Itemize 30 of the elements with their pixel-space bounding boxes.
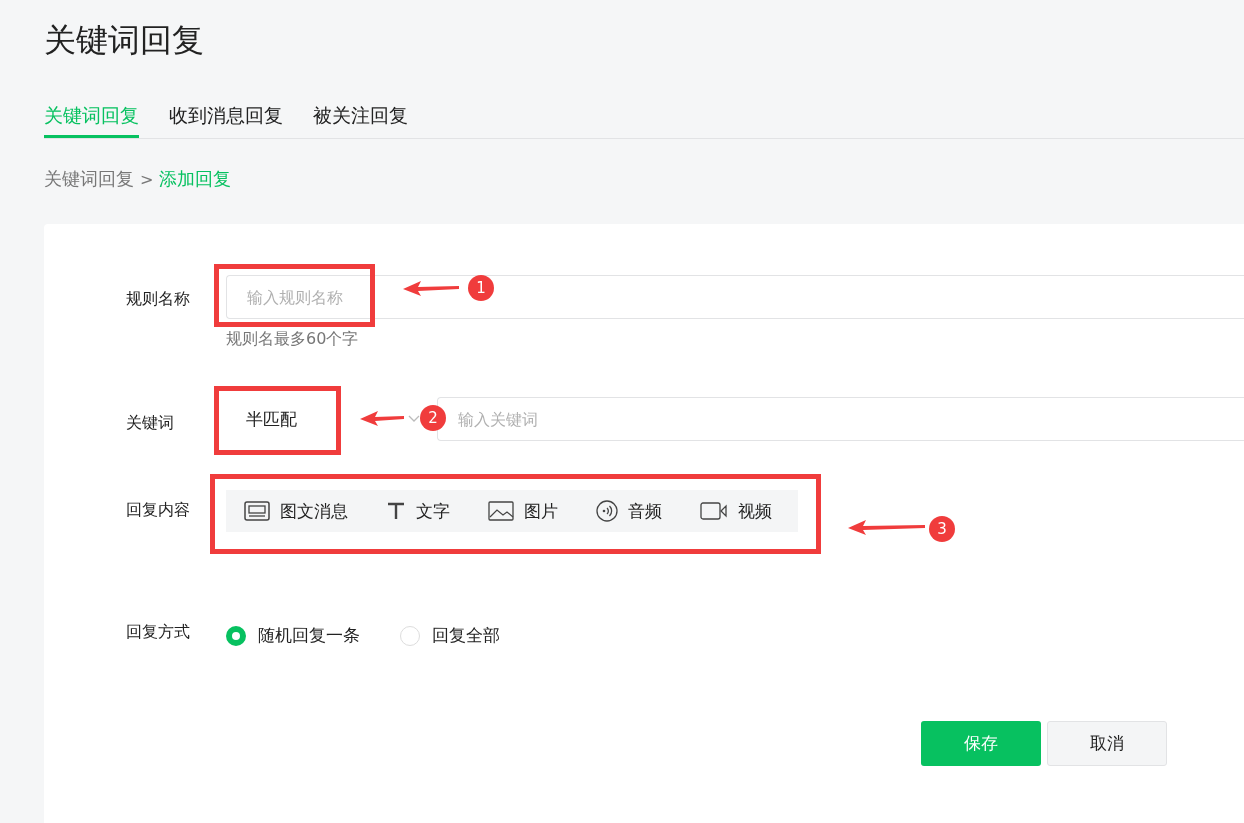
match-mode-dropdown[interactable]: 半匹配: [226, 397, 336, 441]
field-label: 规则名称: [126, 289, 191, 310]
content-type-button[interactable]: 图文消息: [244, 490, 348, 532]
monitor-icon: [244, 501, 270, 521]
tab[interactable]: 收到消息回复: [169, 96, 283, 138]
field-label: 回复内容: [126, 500, 191, 521]
page-title: 关键词回复: [44, 20, 204, 61]
breadcrumb-separator: >: [140, 169, 154, 189]
keyword-field[interactable]: 输入关键词: [437, 397, 1244, 441]
tab[interactable]: 被关注回复: [313, 96, 408, 138]
arrow: [403, 280, 459, 296]
breadcrumb-link[interactable]: 关键词回复: [44, 167, 134, 191]
radio-button[interactable]: [226, 625, 246, 646]
arrow: [360, 410, 404, 426]
cancel-button[interactable]: 取消: [1047, 721, 1167, 766]
field-label: 回复方式: [126, 622, 191, 643]
content-type-button[interactable]: 音频: [596, 490, 662, 532]
text-icon: [386, 501, 406, 521]
content-type-button[interactable]: 文字: [386, 490, 450, 532]
content-type-button[interactable]: 图片: [488, 490, 558, 532]
breadcrumb-current: 添加回复: [159, 167, 232, 191]
radio-label[interactable]: 回复全部: [432, 624, 500, 647]
audio-icon: [596, 500, 618, 522]
field-label: 关键词: [126, 413, 175, 434]
hint-text: 规则名最多60个字: [226, 329, 360, 350]
image-icon: [488, 501, 514, 521]
content-type-button[interactable]: 视频: [700, 490, 772, 532]
video-camera-icon: [700, 501, 728, 521]
chevron-down-icon: [408, 415, 420, 423]
radio-label[interactable]: 随机回复一条: [258, 624, 360, 647]
